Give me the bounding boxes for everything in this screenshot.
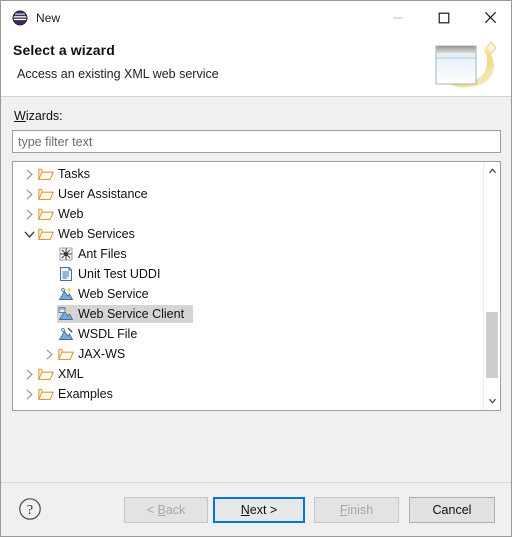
tree-item-label: WSDL File	[78, 327, 138, 341]
minimize-icon[interactable]	[375, 1, 421, 34]
tree-item-content[interactable]: User Assistance	[37, 185, 157, 203]
ant-files-icon	[57, 246, 74, 262]
tree-item[interactable]: Web Service Client	[13, 304, 483, 324]
chevron-right-icon[interactable]	[21, 384, 37, 404]
tree-item-label: Examples	[58, 387, 113, 401]
chevron-right-icon[interactable]	[41, 344, 57, 364]
tree-item-label: XML	[58, 367, 84, 381]
folder-icon	[37, 186, 54, 202]
back-button-label: < Back	[146, 503, 186, 517]
page-description: Access an existing XML web service	[17, 67, 219, 81]
tree-item-content[interactable]: Tasks	[37, 165, 99, 183]
tree-item[interactable]: Web Service	[13, 284, 483, 304]
tree-item-content[interactable]: Web	[37, 205, 92, 223]
tree-item[interactable]: Web	[13, 204, 483, 224]
scroll-thumb[interactable]	[486, 312, 498, 378]
maximize-icon[interactable]	[421, 1, 467, 34]
wizards-label: Wizards:	[14, 109, 63, 123]
wizard-header: Select a wizard Access an existing XML w…	[1, 34, 511, 97]
finish-button: Finish	[314, 497, 399, 523]
folder-icon	[37, 206, 54, 222]
finish-button-label: Finish	[339, 503, 374, 517]
tree-item-content[interactable]: Unit Test UDDI	[57, 265, 169, 283]
wizards-label-mnemonic: W	[14, 109, 26, 123]
tree-item[interactable]: WSDL File	[13, 324, 483, 344]
folder-icon	[37, 226, 54, 242]
wizards-tree[interactable]: Tasks User Assistance Web Web Services Ant F…	[12, 161, 501, 411]
dialog-body: Wizards: Tasks User Assistance Web Web Serv…	[1, 97, 511, 482]
folder-icon	[37, 366, 54, 382]
tree-item-label: Web	[58, 207, 84, 221]
tree-item-label: Web Services	[58, 227, 135, 241]
tree-item-content[interactable]: Examples	[37, 385, 122, 403]
tree-item-content[interactable]: Web Service Client	[57, 305, 194, 323]
eclipse-sphere-icon	[12, 10, 28, 26]
svg-text:?: ?	[27, 503, 33, 518]
tree-item[interactable]: Examples	[13, 384, 483, 404]
tree-item[interactable]: JAX-WS	[13, 344, 483, 364]
page-title: Select a wizard	[13, 42, 115, 58]
tree-item[interactable]: Ant Files	[13, 244, 483, 264]
chevron-right-icon[interactable]	[21, 184, 37, 204]
wizard-banner-icon	[425, 36, 505, 96]
next-button[interactable]: Next >	[213, 497, 305, 523]
chevron-right-icon[interactable]	[21, 364, 37, 384]
close-icon[interactable]	[467, 1, 511, 34]
web-service-icon	[57, 286, 74, 302]
tree-item[interactable]: XML	[13, 364, 483, 384]
folder-icon	[37, 386, 54, 402]
tree-item[interactable]: Web Services	[13, 224, 483, 244]
chevron-down-icon[interactable]	[21, 224, 37, 244]
window-controls	[375, 1, 511, 34]
filter-input[interactable]	[12, 130, 501, 153]
window-title: New	[36, 10, 61, 25]
tree-item[interactable]: Unit Test UDDI	[13, 264, 483, 284]
new-wizard-dialog: New Select a wizard Access an existing X…	[0, 0, 512, 537]
folder-icon	[57, 346, 74, 362]
tree-item-content[interactable]: JAX-WS	[57, 345, 134, 363]
uddi-document-icon	[57, 266, 74, 282]
tree-item-label: JAX-WS	[78, 347, 126, 361]
back-button: < Back	[124, 497, 208, 523]
tree-vertical-scrollbar[interactable]	[483, 162, 500, 410]
title-bar-left: New	[1, 1, 375, 34]
tree-item-label: User Assistance	[58, 187, 148, 201]
chevron-right-icon[interactable]	[21, 164, 37, 184]
tree-item-label: Ant Files	[78, 247, 127, 261]
wizards-label-rest: izards:	[25, 109, 63, 123]
tree-item[interactable]: User Assistance	[13, 184, 483, 204]
tree-list: Tasks User Assistance Web Web Services Ant F…	[13, 162, 483, 404]
cancel-button[interactable]: Cancel	[409, 497, 495, 523]
tree-item-content[interactable]: WSDL File	[57, 325, 146, 343]
tree-item-content[interactable]: XML	[37, 365, 93, 383]
tree-item-label: Unit Test UDDI	[78, 267, 161, 281]
chevron-right-icon[interactable]	[21, 204, 37, 224]
tree-item-label: Tasks	[58, 167, 90, 181]
tree-item-content[interactable]: Web Service	[57, 285, 158, 303]
tree-item-content[interactable]: Web Services	[37, 225, 144, 243]
tree-item-label: Web Service	[78, 287, 149, 301]
cancel-button-label: Cancel	[432, 503, 472, 517]
title-bar: New	[1, 1, 511, 34]
tree-item[interactable]: Tasks	[13, 164, 483, 184]
scroll-down-icon[interactable]	[484, 393, 500, 410]
next-button-label: Next >	[240, 503, 278, 517]
web-service-client-icon	[57, 306, 74, 322]
tree-item-label: Web Service Client	[78, 307, 185, 321]
wsdl-file-icon	[57, 326, 74, 342]
folder-icon	[37, 166, 54, 182]
scroll-up-icon[interactable]	[484, 162, 500, 179]
tree-item-content[interactable]: Ant Files	[57, 245, 136, 263]
help-question-icon[interactable]: ?	[17, 496, 43, 522]
dialog-footer: ? < Back Next > Finish Cancel	[1, 482, 511, 536]
